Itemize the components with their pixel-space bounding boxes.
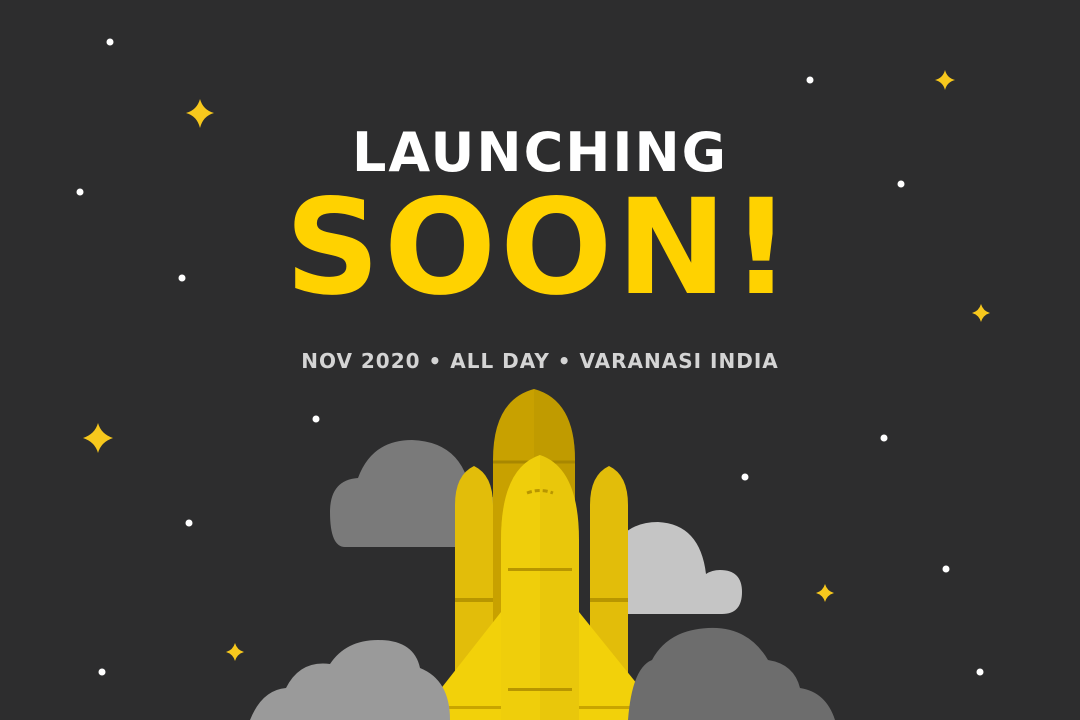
space-shuttle-icon	[432, 389, 650, 720]
launch-poster: LAUNCHING SOON! NOV 2020 • ALL DAY • VAR…	[0, 0, 1080, 720]
star-dot-icon	[312, 415, 320, 423]
sparkle-star-icon	[226, 643, 244, 661]
star-dot-icon	[98, 668, 106, 676]
star-dot-icon	[942, 565, 950, 573]
cloud-icon	[628, 627, 835, 720]
cloud-icon	[250, 640, 450, 720]
star-dot-icon	[976, 668, 984, 676]
sparkle-star-icon	[83, 423, 113, 453]
star-dot-icon	[741, 473, 749, 481]
star-dot-icon	[185, 519, 193, 527]
headline-main: SOON!	[284, 171, 796, 325]
star-dot-icon	[106, 38, 114, 46]
sparkle-star-icon	[935, 70, 955, 90]
star-dot-icon	[880, 434, 888, 442]
star-dot-icon	[806, 76, 814, 84]
sparkle-star-icon	[816, 584, 834, 602]
event-details: NOV 2020 • ALL DAY • VARANASI INDIA	[301, 349, 779, 373]
